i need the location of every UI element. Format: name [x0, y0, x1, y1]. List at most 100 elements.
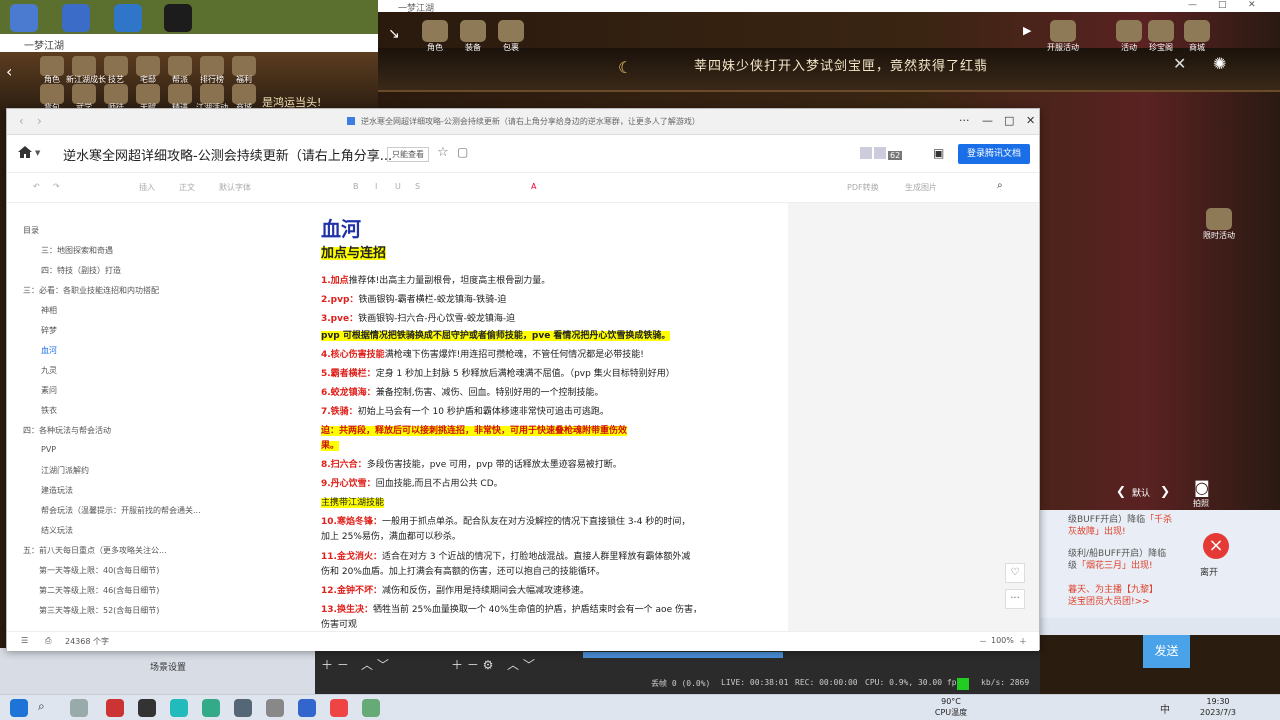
toc-item[interactable]: 第二天等级上限：46(含每日细节) — [39, 585, 159, 596]
game-menu-icon[interactable]: 角色 — [40, 56, 64, 84]
toc-item[interactable]: 江湖门派解约 — [41, 465, 89, 476]
game-menu-icon[interactable]: 珍宝阁 — [1148, 20, 1174, 52]
toc-item[interactable]: 铁衣 — [41, 405, 57, 416]
toc-item[interactable]: 建造玩法 — [41, 485, 73, 496]
print-icon[interactable]: ⎙ — [45, 636, 51, 646]
bold-icon[interactable]: B — [353, 182, 359, 191]
toc-item[interactable]: 第一天等级上限：40(含每日细节) — [39, 565, 159, 576]
toc-item[interactable]: 三：地图探索和奇遇 — [41, 245, 113, 256]
wechat-icon[interactable] — [170, 699, 188, 717]
toc-item[interactable]: 第三天等级上限：52(含每日细节) — [39, 605, 159, 616]
game-menu-icon[interactable]: 开服活动 — [1047, 20, 1079, 52]
game-menu-icon[interactable]: 排行榜 — [200, 56, 224, 84]
game-menu-icon[interactable]: 商城 — [232, 84, 256, 112]
toc-item[interactable]: PVP — [41, 445, 56, 454]
camera-icon[interactable]: ◙ — [1194, 478, 1210, 497]
back-arrow-icon[interactable]: ‹ — [6, 62, 12, 81]
search-icon[interactable]: ⌕ — [38, 699, 56, 717]
app-icon[interactable] — [234, 699, 252, 717]
minimize-button[interactable]: — — [982, 114, 993, 127]
collapse-arrow-icon[interactable]: ↘ — [388, 26, 400, 42]
game-menu-icon[interactable]: 新江湖成长 — [66, 56, 106, 84]
game-menu-icon[interactable]: 福利 — [232, 56, 256, 84]
underline-icon[interactable]: U — [395, 182, 401, 191]
scene-panel[interactable]: 场景设置 — [0, 648, 315, 694]
game-menu-icon[interactable]: 江湖活动 — [196, 84, 228, 112]
app-icon[interactable] — [298, 699, 316, 717]
previous-arrow-icon[interactable]: ❮ — [1116, 484, 1126, 498]
add-button[interactable]: ＋ － — [321, 656, 349, 673]
like-button[interactable]: ♡ — [1005, 563, 1025, 583]
game-menu-icon[interactable]: 帮派 — [168, 56, 192, 84]
next-arrow-icon[interactable]: ❯ — [1160, 484, 1170, 498]
app-icon[interactable] — [266, 699, 284, 717]
document-page[interactable]: 血河 加点与连招 1.加点推荐体!出高主力量副根骨，坦度高主根骨副力量。 2.pv… — [259, 203, 788, 631]
toc-item[interactable]: 四：特技（副技）打造 — [41, 265, 121, 276]
text-color-icon[interactable]: A — [531, 182, 536, 191]
game-menu-icon[interactable]: 武学 — [72, 84, 96, 112]
game-viewport[interactable]: ‹ 角色 新江湖成长 技艺 宅邸 帮派 排行榜 福利 背包 武学 师徒 天赋 精… — [0, 52, 378, 112]
toc-item[interactable]: 结义玩法 — [41, 525, 73, 536]
game-menu-icon[interactable]: 宅邸 — [136, 56, 160, 84]
search-icon[interactable]: ⌕ — [997, 180, 1003, 191]
game-menu-icon[interactable]: 背包 — [40, 84, 64, 112]
ime-indicator[interactable]: 中 — [1160, 701, 1170, 716]
undo-icon[interactable]: ↶ — [33, 182, 40, 191]
italic-icon[interactable]: I — [375, 182, 377, 191]
insert-menu[interactable]: 插入 — [139, 182, 155, 193]
maximize-button[interactable]: □ — [1218, 0, 1227, 10]
game-menu-icon[interactable]: 师徒 — [104, 84, 128, 112]
game-menu-icon[interactable]: 天赋 — [136, 84, 160, 112]
forward-icon[interactable]: › — [37, 114, 42, 128]
taskview-icon[interactable] — [70, 699, 88, 717]
app-icon[interactable] — [138, 699, 156, 717]
app-icon-active[interactable] — [362, 699, 380, 717]
toc-item[interactable]: 碎梦 — [41, 325, 57, 336]
toc-item[interactable]: 神相 — [41, 305, 57, 316]
send-button[interactable]: 发送 — [1143, 635, 1190, 668]
desktop-app-icon[interactable] — [62, 4, 90, 32]
move-up-button[interactable]: ︿ ﹀ — [507, 656, 535, 673]
close-button[interactable]: ✕ — [1248, 0, 1256, 10]
toc-item[interactable]: 九灵 — [41, 365, 57, 376]
clock[interactable]: 19:30 2023/7/3 — [1190, 696, 1246, 718]
game-menu-icon[interactable]: 商城 — [1184, 20, 1210, 52]
tools-icon[interactable]: ✕ — [1173, 54, 1186, 73]
game-menu-icon[interactable]: 技艺 — [104, 56, 128, 84]
app-icon[interactable] — [202, 699, 220, 717]
more-options-icon[interactable]: ··· — [959, 114, 970, 127]
zoom-level[interactable]: 100% — [991, 636, 1014, 645]
zoom-in-button[interactable]: ＋ — [1019, 636, 1027, 647]
home-icon[interactable] — [17, 145, 33, 159]
login-button[interactable]: 登录腾讯文档 — [958, 144, 1030, 164]
close-button[interactable]: ✕ — [1026, 114, 1035, 127]
generate-image[interactable]: 生成图片 — [905, 182, 937, 193]
start-icon[interactable] — [10, 699, 28, 717]
game-menu-icon[interactable]: 精进 — [168, 84, 192, 112]
expand-arrow-icon[interactable]: ▶ — [1023, 24, 1031, 37]
font-select[interactable]: 默认字体 — [219, 182, 251, 193]
game-window-left[interactable]: 一梦江湖 ‹ 角色 新江湖成长 技艺 宅邸 帮派 排行榜 福利 背包 武学 师徒… — [0, 34, 378, 112]
game-menu-icon[interactable]: 装备 — [460, 20, 486, 52]
obs-control-panel[interactable]: ＋ － ︿ ﹀ ＋ － ⚙ ︿ ﹀ 丢帧 0 (0.0%) LIVE: 00:3… — [315, 648, 1040, 694]
toc-item[interactable]: 帮会玩法（温馨提示：开服前找的帮会通关... — [41, 505, 201, 516]
comment-icon[interactable]: ▢ — [457, 145, 468, 159]
strikethrough-icon[interactable]: S — [415, 182, 420, 191]
live-chat-panel[interactable]: 级BUFF开启）降临「千杀 灰故障」出现! 级利/船BUFF开启）降临 级「烟花… — [1040, 510, 1280, 635]
desktop-app-icon[interactable] — [114, 4, 142, 32]
document-window[interactable]: ‹ › 逆水寒全网超详细攻略-公测会持续更新（请右上角分享给身边的逆水寒群，让更… — [6, 108, 1040, 651]
game-menu-icon[interactable]: 角色 — [422, 20, 448, 52]
more-button[interactable]: ··· — [1005, 589, 1025, 609]
toc-item[interactable]: 五：前八天每日重点（更多攻略关注公... — [23, 545, 167, 556]
toc-item[interactable]: 目录 — [23, 225, 39, 236]
settings-gear-icon[interactable]: ✺ — [1213, 54, 1226, 73]
move-up-button[interactable]: ︿ ﹀ — [361, 656, 389, 673]
desktop-app-icon[interactable] — [164, 4, 192, 32]
present-icon[interactable]: ▣ — [933, 146, 944, 160]
game-menu-icon[interactable]: 包裹 — [498, 20, 524, 52]
toc-item[interactable]: 四：各种玩法与帮会活动 — [23, 425, 111, 436]
pdf-convert[interactable]: PDF转换 — [847, 182, 879, 193]
toc-item[interactable]: 素问 — [41, 385, 57, 396]
collaborator-avatars[interactable]: 62 — [860, 147, 904, 161]
chat-toolbar[interactable] — [1040, 618, 1280, 635]
